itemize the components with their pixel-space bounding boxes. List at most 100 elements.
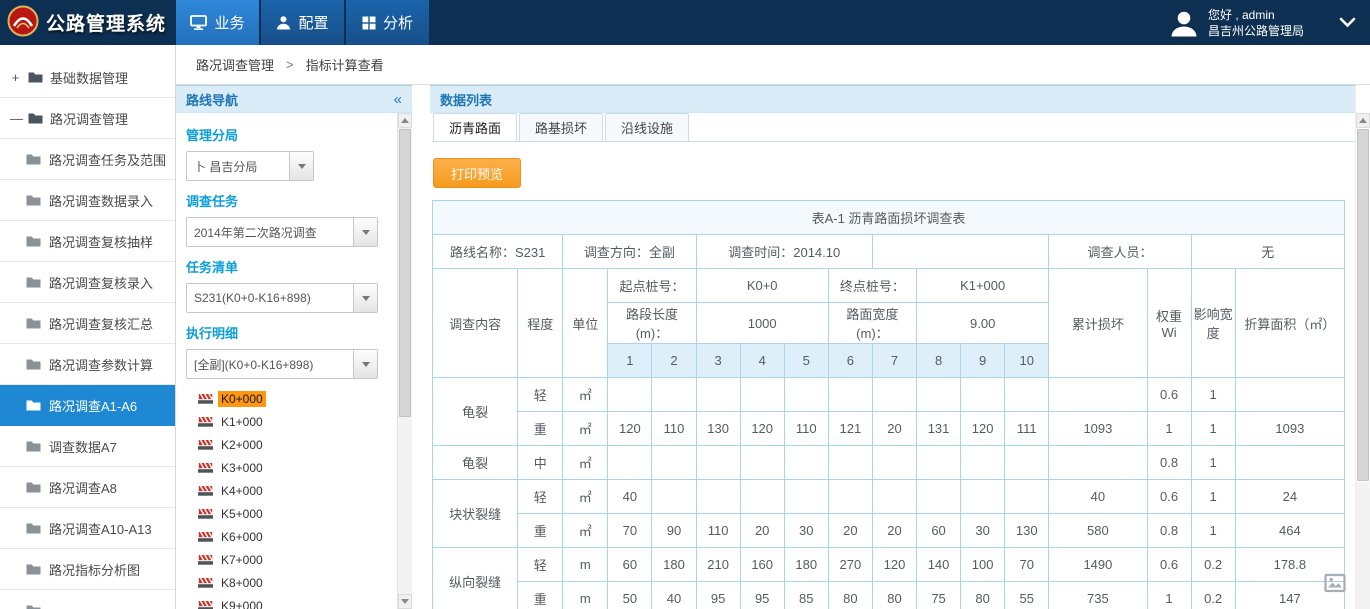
sidebar-item[interactable]: 路况调查复核汇总 [0, 303, 175, 344]
section-value-cell: 160 [740, 548, 784, 582]
topbar-tab[interactable]: 业务 [176, 0, 261, 45]
main-layout: +基础数据管理—路况调查管理路况调查任务及范围路况调查数据录入路况调查复核抽样路… [0, 45, 1370, 609]
filter-label: 调查任务 [186, 191, 391, 210]
filter-select[interactable]: S231(K0+0-K16+898) [186, 283, 378, 313]
section-value-cell: 270 [828, 548, 872, 582]
section-value-cell: 210 [696, 548, 740, 582]
total-cell: 1490 [1049, 548, 1147, 582]
tree-item[interactable]: K2+000 [186, 433, 391, 456]
folder-icon [26, 481, 41, 493]
length-value-cell: 1000 [696, 303, 828, 344]
content-tab[interactable]: 路基损坏 [519, 113, 603, 141]
filter-select[interactable]: [全副](K0+0-K16+898) [186, 349, 378, 379]
tree-item[interactable]: K4+000 [186, 479, 391, 502]
section-value-cell: 120 [961, 412, 1005, 446]
sidebar-item[interactable]: 路况调查参数计算 [0, 344, 175, 385]
scroll-up-arrow[interactable] [1356, 113, 1370, 128]
section-value-cell [696, 480, 740, 514]
tree-item-label: K7+000 [218, 552, 266, 568]
degree-header-cell: 程度 [518, 269, 563, 378]
section-value-cell [608, 446, 652, 480]
tree-item[interactable]: K8+000 [186, 571, 391, 594]
tree-item[interactable]: K5+000 [186, 502, 391, 525]
section-value-cell [740, 446, 784, 480]
sidebar-item[interactable]: 路况调查复核抽样 [0, 221, 175, 262]
tree-item-label: K1+000 [218, 414, 266, 430]
section-value-cell [872, 480, 916, 514]
section-value-cell: 40 [652, 582, 696, 609]
degree-cell: 中 [518, 446, 563, 480]
chevron-down-icon[interactable] [1339, 17, 1356, 28]
scroll-track [1356, 482, 1370, 609]
route-nav-panel: 路线导航 « 管理分局卜 昌吉分局调查任务2014年第二次路况调查任务清单S23… [176, 85, 412, 609]
data-list-body: 沥青路面路基损坏沿线设施 打印预览 [430, 113, 1355, 609]
section-value-cell [872, 446, 916, 480]
road-icon [198, 393, 213, 404]
section-value-cell: 85 [784, 582, 828, 609]
sidebar-item[interactable]: 路况调查复核录入 [0, 262, 175, 303]
breadcrumb-separator: > [286, 57, 294, 72]
tree-item[interactable]: K0+000 [186, 387, 391, 410]
filter-select[interactable]: 2014年第二次路况调查 [186, 217, 378, 247]
sidebar-item[interactable]: 调查数据A7 [0, 426, 175, 467]
tree-item[interactable]: K9+000 [186, 594, 391, 609]
sidebar-item[interactable]: 路况调查A1-A6 [0, 385, 175, 426]
breadcrumb-item[interactable]: 路况调查管理 [196, 55, 274, 74]
tree-item[interactable]: K7+000 [186, 548, 391, 571]
section-value-cell [608, 378, 652, 412]
user-icon [276, 15, 291, 30]
sidebar-group[interactable]: +基础数据管理 [0, 57, 175, 98]
print-preview-button[interactable]: 打印预览 [433, 158, 521, 188]
tree-item[interactable]: K3+000 [186, 456, 391, 479]
topbar-tab[interactable]: 分析 [346, 0, 431, 45]
topbar-tab[interactable]: 配置 [261, 0, 346, 45]
scroll-thumb[interactable] [1357, 129, 1369, 481]
survey-table: 表A-1 沥青路面损坏调查表 路线名称：S231 调查方向：全副 调查时间：20… [432, 200, 1345, 609]
scroll-up-arrow[interactable] [398, 113, 412, 128]
section-number-cell: 2 [652, 344, 696, 378]
road-icon [198, 485, 213, 496]
section-value-cell: 100 [961, 548, 1005, 582]
sidebar-group[interactable]: —路况调查管理 [0, 98, 175, 139]
export-image-icon[interactable] [1324, 573, 1346, 596]
app-root: 公路管理系统 业务配置分析 您好 , admin 昌吉州公路管理局 +基础数据管… [0, 0, 1370, 609]
table-head-rows: 表A-1 沥青路面损坏调查表 路线名称：S231 调查方向：全副 调查时间：20… [433, 201, 1345, 378]
sidebar-item[interactable]: 路况调查A10-A13 [0, 508, 175, 549]
damage-type-cell: 块状裂缝 [433, 480, 518, 548]
road-icon [198, 531, 213, 542]
sidebar-item[interactable] [0, 590, 175, 609]
collapse-panel-button[interactable]: « [394, 91, 402, 108]
degree-cell: 重 [518, 514, 563, 548]
chevron-down-icon[interactable] [289, 152, 313, 180]
chevron-down-icon[interactable] [353, 284, 377, 312]
section-value-cell: 50 [608, 582, 652, 609]
folder-icon [26, 153, 41, 165]
sidebar-item[interactable]: 路况调查数据录入 [0, 180, 175, 221]
chevron-down-icon[interactable] [353, 218, 377, 246]
tree-item[interactable]: K6+000 [186, 525, 391, 548]
content-column: 路况调查管理>指标计算查看 路线导航 « 管理分局卜 昌吉分局调查任务2014年… [176, 45, 1370, 609]
unit-cell: m [563, 582, 608, 609]
scroll-down-arrow[interactable] [398, 594, 412, 609]
sidebar-item-label: 基础数据管理 [50, 68, 128, 87]
chevron-down-icon[interactable] [353, 350, 377, 378]
section-number-cell: 4 [740, 344, 784, 378]
start-stake-label-cell: 起点桩号： [608, 269, 696, 303]
filter-select[interactable]: 卜 昌吉分局 [186, 151, 314, 181]
content-tab[interactable]: 沿线设施 [605, 113, 689, 141]
content-tab[interactable]: 沥青路面 [433, 113, 517, 141]
section-value-cell: 180 [784, 548, 828, 582]
section-value-cell: 20 [828, 514, 872, 548]
sidebar-item[interactable]: 路况调查A8 [0, 467, 175, 508]
table-info-row: 路线名称：S231 调查方向：全副 调查时间：2014.10 调查人员： 无 [433, 235, 1345, 269]
scroll-thumb[interactable] [399, 129, 411, 417]
table-row: 块状裂缝轻㎡40400.6124 [433, 480, 1345, 514]
tree-item[interactable]: K1+000 [186, 410, 391, 433]
sidebar: +基础数据管理—路况调查管理路况调查任务及范围路况调查数据录入路况调查复核抽样路… [0, 45, 176, 609]
sidebar-item[interactable]: 路况调查任务及范围 [0, 139, 175, 180]
section-value-cell [696, 378, 740, 412]
sidebar-item[interactable]: 路况指标分析图 [0, 549, 175, 590]
road-icon [198, 439, 213, 450]
folder-icon [26, 276, 41, 288]
weight-cell: 0.6 [1147, 378, 1191, 412]
